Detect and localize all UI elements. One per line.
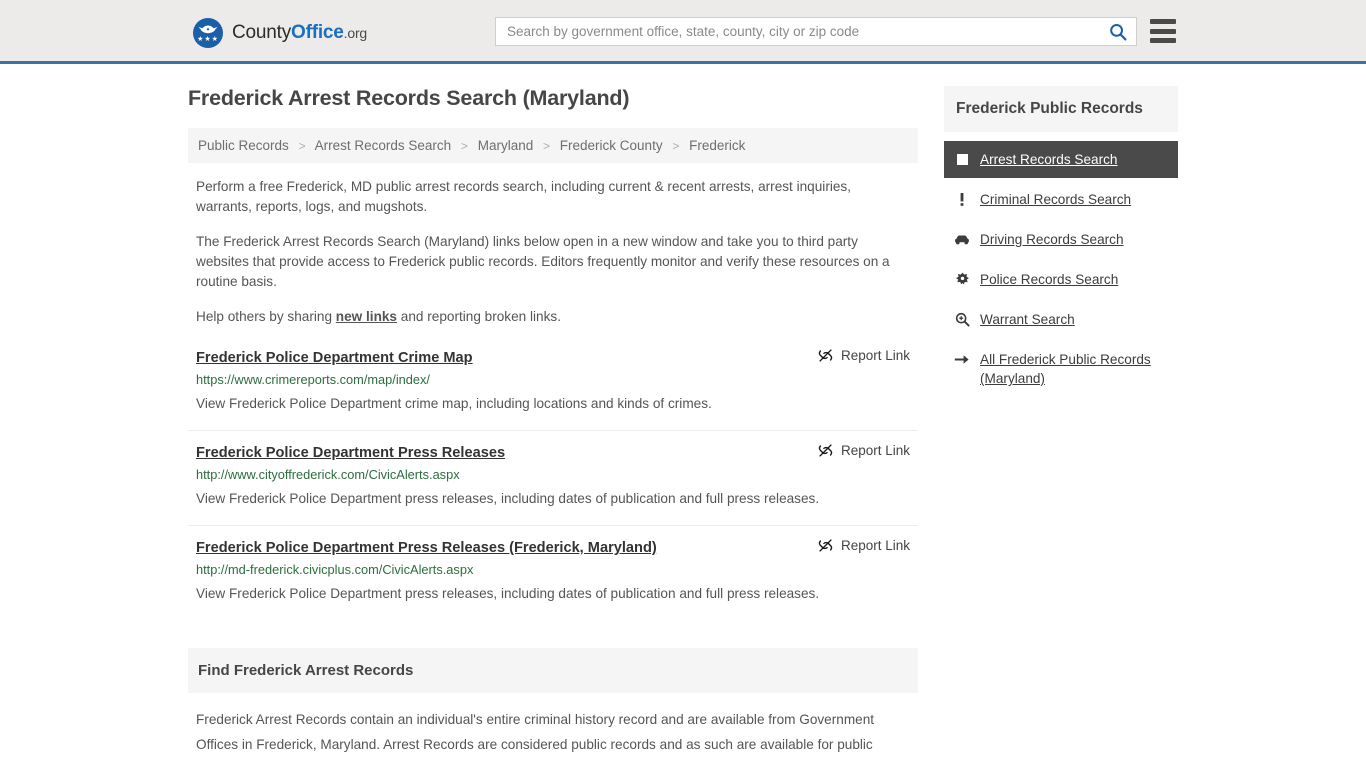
search-input[interactable]: [496, 18, 1100, 45]
car-icon: [954, 231, 970, 248]
sidebar-list: Arrest Records Search Criminal Records S…: [944, 141, 1178, 397]
search-submit-button[interactable]: [1100, 18, 1136, 45]
find-records-heading: Find Frederick Arrest Records: [188, 648, 918, 693]
result-url[interactable]: https://www.crimereports.com/map/index/: [196, 372, 910, 387]
report-link-label: Report Link: [840, 348, 910, 363]
sidebar-item-driving-records-search[interactable]: Driving Records Search: [944, 221, 1178, 258]
new-links-link[interactable]: new links: [336, 309, 397, 324]
police-badge-icon: [954, 271, 970, 288]
sidebar-item-label: Warrant Search: [980, 312, 1075, 327]
site-logo-link[interactable]: ★★★ CountyOffice.org: [193, 18, 367, 48]
result-title-link[interactable]: Frederick Police Department Press Releas…: [196, 540, 657, 556]
find-records-body: Frederick Arrest Records contain an indi…: [196, 712, 875, 752]
magnifier-plus-icon: [954, 311, 970, 328]
result-item: Frederick Police Department Press Releas…: [188, 437, 918, 526]
result-description: View Frederick Police Department crime m…: [196, 396, 712, 411]
result-item: Frederick Police Department Crime Map ht…: [188, 342, 918, 431]
report-link-button[interactable]: Report Link: [818, 538, 910, 553]
share-text-after: and reporting broken links.: [397, 309, 561, 324]
breadcrumb-separator: >: [460, 139, 468, 153]
eagle-emblem-icon: [198, 25, 218, 34]
breadcrumb-item-frederick[interactable]: Frederick: [689, 138, 745, 153]
intro-paragraph-3: Help others by sharing new links and rep…: [188, 307, 918, 327]
hamburger-menu-button[interactable]: [1150, 19, 1176, 43]
find-records-section: Find Frederick Arrest Records Frederick …: [188, 648, 918, 757]
breadcrumb: Public Records > Arrest Records Search >…: [188, 128, 918, 163]
page-body: Frederick Arrest Records Search (Marylan…: [0, 64, 1366, 757]
result-title-link[interactable]: Frederick Police Department Crime Map: [196, 350, 473, 366]
result-description: View Frederick Police Department press r…: [196, 491, 820, 506]
site-search-bar[interactable]: [495, 17, 1137, 46]
intro-paragraph-2: The Frederick Arrest Records Search (Mar…: [196, 234, 890, 289]
countyoffice-logo-icon: ★★★: [193, 18, 223, 48]
result-url[interactable]: http://www.cityoffrederick.com/CivicAler…: [196, 467, 910, 482]
result-item: Frederick Police Department Press Releas…: [188, 532, 918, 620]
breadcrumb-separator: >: [672, 139, 680, 153]
menu-bar-2: [1150, 28, 1176, 34]
sidebar-item-criminal-records-search[interactable]: Criminal Records Search: [944, 181, 1178, 218]
share-text-before: Help others by sharing: [196, 309, 336, 324]
breadcrumb-item-public-records[interactable]: Public Records: [198, 138, 289, 153]
results-list: Frederick Police Department Crime Map ht…: [188, 342, 918, 620]
sidebar-item-police-records-search[interactable]: Police Records Search: [944, 261, 1178, 298]
breadcrumb-item-maryland[interactable]: Maryland: [478, 138, 534, 153]
square-icon: [954, 151, 970, 168]
unlink-icon: [818, 444, 833, 457]
result-title-link[interactable]: Frederick Police Department Press Releas…: [196, 445, 505, 461]
breadcrumb-item-frederick-county[interactable]: Frederick County: [560, 138, 663, 153]
sidebar-item-warrant-search[interactable]: Warrant Search: [944, 301, 1178, 338]
exclamation-icon: [954, 191, 970, 208]
sidebar-item-label: Driving Records Search: [980, 232, 1124, 247]
sidebar-heading: Frederick Public Records: [944, 86, 1178, 132]
result-description: View Frederick Police Department press r…: [196, 586, 820, 601]
sidebar-item-label: Arrest Records Search: [980, 152, 1118, 167]
site-header: ★★★ CountyOffice.org: [0, 0, 1366, 64]
three-stars-icon: ★★★: [197, 36, 219, 43]
report-link-button[interactable]: Report Link: [818, 443, 910, 458]
breadcrumb-separator: >: [298, 139, 306, 153]
sidebar: Frederick Public Records Arrest Records …: [944, 86, 1178, 400]
breadcrumb-item-arrest-records-search[interactable]: Arrest Records Search: [315, 138, 452, 153]
report-link-button[interactable]: Report Link: [818, 348, 910, 363]
sidebar-item-label: All Frederick Public Records (Maryland): [980, 352, 1151, 386]
report-link-label: Report Link: [840, 443, 910, 458]
content-container: Frederick Arrest Records Search (Marylan…: [188, 86, 1178, 757]
site-logo-text: CountyOffice.org: [232, 22, 367, 43]
sidebar-item-label: Criminal Records Search: [980, 192, 1132, 207]
search-icon: [1110, 23, 1127, 40]
arrow-right-icon: [954, 351, 970, 368]
menu-bar-3: [1150, 38, 1176, 43]
result-url[interactable]: http://md-frederick.civicplus.com/CivicA…: [196, 562, 910, 577]
main-column: Frederick Arrest Records Search (Marylan…: [188, 86, 918, 757]
breadcrumb-separator: >: [543, 139, 551, 153]
sidebar-item-all-public-records[interactable]: All Frederick Public Records (Maryland): [944, 341, 1178, 397]
report-link-label: Report Link: [840, 538, 910, 553]
unlink-icon: [818, 539, 833, 552]
page-title: Frederick Arrest Records Search (Marylan…: [188, 86, 630, 110]
sidebar-item-arrest-records-search[interactable]: Arrest Records Search: [944, 141, 1178, 178]
intro-paragraph-1: Perform a free Frederick, MD public arre…: [196, 179, 852, 214]
sidebar-item-label: Police Records Search: [980, 272, 1119, 287]
menu-bar-1: [1150, 19, 1176, 24]
unlink-icon: [818, 349, 833, 362]
